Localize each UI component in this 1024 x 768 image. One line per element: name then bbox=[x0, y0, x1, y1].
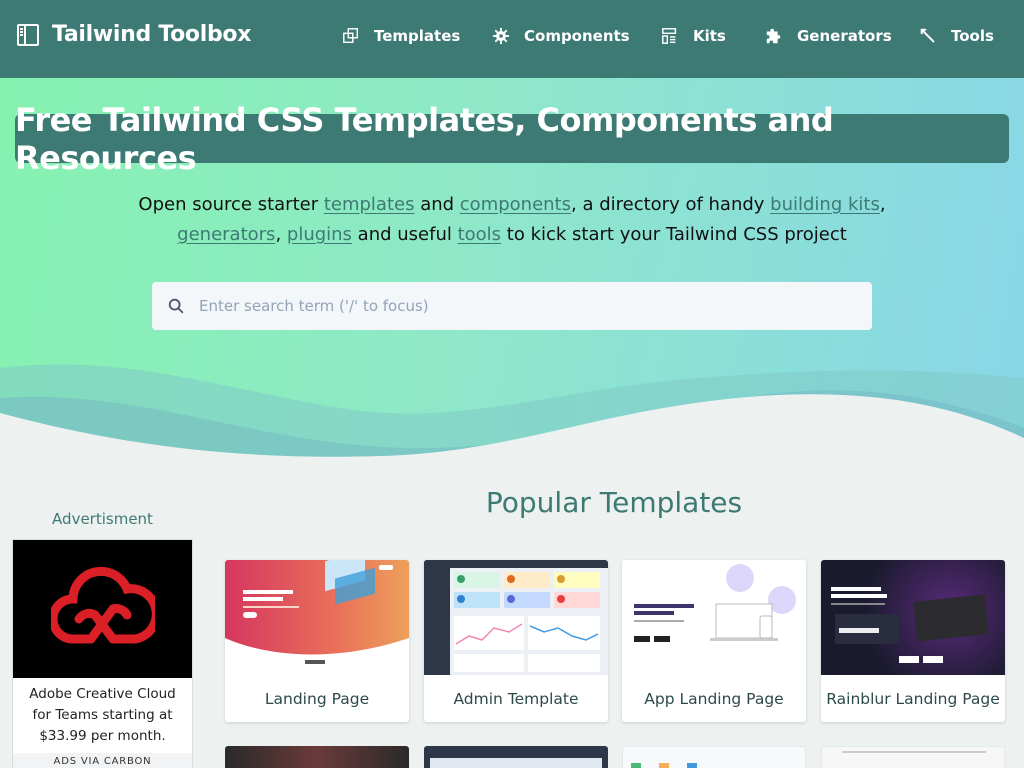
hero-text: , a directory of handy bbox=[571, 194, 771, 215]
hero-section: Free Tailwind CSS Templates, Components … bbox=[0, 78, 1024, 468]
link-templates[interactable]: templates bbox=[324, 194, 415, 215]
layout-icon bbox=[662, 28, 677, 44]
ad-card[interactable]: Adobe Creative Cloud for Teams starting … bbox=[12, 539, 193, 768]
ad-via-link[interactable]: ADS VIA CARBON bbox=[13, 753, 192, 768]
template-card-row2-2[interactable] bbox=[424, 746, 608, 768]
template-thumbnail bbox=[622, 560, 806, 675]
nav-tools-label: Tools bbox=[951, 27, 994, 45]
nav-templates[interactable]: Templates bbox=[342, 27, 460, 45]
nav-kits[interactable]: Kits bbox=[661, 27, 726, 45]
template-card-row2-1[interactable] bbox=[225, 746, 409, 768]
nav-tools[interactable]: Tools bbox=[919, 27, 994, 45]
template-card-label: Landing Page bbox=[264, 689, 370, 708]
hero-title-banner: Free Tailwind CSS Templates, Components … bbox=[15, 101, 1009, 177]
link-components[interactable]: components bbox=[460, 194, 571, 215]
wrench-icon bbox=[920, 28, 935, 43]
hero-text: and useful bbox=[351, 224, 458, 245]
puzzle-icon bbox=[766, 28, 781, 44]
admin-preview-image bbox=[424, 560, 608, 675]
hero-subtitle: Open source starter templates and compon… bbox=[0, 190, 1024, 250]
copy-icon bbox=[343, 28, 359, 44]
ad-label: Advertisment bbox=[52, 510, 153, 528]
sidebar-layout-icon bbox=[17, 23, 39, 46]
template-thumbnail bbox=[821, 560, 1005, 675]
brand-logo-link[interactable]: Tailwind Toolbox bbox=[16, 22, 251, 47]
page-title: Free Tailwind CSS Templates, Components … bbox=[15, 100, 834, 177]
link-generators[interactable]: generators bbox=[177, 224, 275, 245]
top-navbar: Tailwind Toolbox Templates Components Ki… bbox=[0, 0, 1024, 78]
template-card-row2-4[interactable] bbox=[821, 746, 1005, 768]
ad-image bbox=[13, 540, 192, 678]
hero-text: , bbox=[275, 224, 287, 245]
search-box bbox=[152, 282, 872, 330]
nav-components-label: Components bbox=[524, 27, 630, 45]
template-card-label: Admin Template bbox=[453, 689, 579, 708]
nav-generators[interactable]: Generators bbox=[765, 27, 892, 45]
template-card-label: App Landing Page bbox=[644, 689, 784, 708]
template-thumbnail bbox=[424, 560, 608, 675]
hero-wave bbox=[0, 364, 1024, 468]
nav-templates-label: Templates bbox=[374, 27, 461, 45]
section-title: Popular Templates bbox=[485, 486, 743, 519]
hero-text: Open source starter bbox=[138, 194, 324, 215]
link-tools[interactable]: tools bbox=[458, 224, 501, 245]
nav-components[interactable]: Components bbox=[492, 27, 630, 45]
hero-text: , bbox=[879, 194, 886, 215]
nav-kits-label: Kits bbox=[693, 27, 726, 45]
rainblur-preview-image bbox=[831, 587, 989, 663]
landing-preview-image bbox=[225, 560, 409, 675]
brand-name: Tailwind Toolbox bbox=[52, 22, 252, 47]
search-icon bbox=[168, 298, 184, 314]
template-card-admin-template[interactable]: Admin Template bbox=[424, 560, 608, 722]
link-building-kits[interactable]: building kits bbox=[770, 194, 880, 215]
gear-icon bbox=[492, 27, 510, 45]
app-landing-preview-image bbox=[634, 564, 796, 642]
template-card-landing-page[interactable]: Landing Page bbox=[225, 560, 409, 722]
template-thumbnail bbox=[225, 560, 409, 675]
ad-text: Adobe Creative Cloud for Teams starting … bbox=[29, 686, 176, 744]
hero-text: and bbox=[414, 194, 460, 215]
template-card-row2-3[interactable] bbox=[622, 746, 806, 768]
link-plugins[interactable]: plugins bbox=[287, 224, 352, 245]
template-card-label: Rainblur Landing Page bbox=[826, 689, 1000, 708]
search-input[interactable] bbox=[199, 282, 872, 330]
template-card-rainblur-landing-page[interactable]: Rainblur Landing Page bbox=[821, 560, 1005, 722]
creative-cloud-logo-icon bbox=[50, 566, 155, 644]
template-card-app-landing-page[interactable]: App Landing Page bbox=[622, 560, 806, 722]
nav-generators-label: Generators bbox=[797, 27, 892, 45]
hero-text: to kick start your Tailwind CSS project bbox=[501, 224, 847, 245]
